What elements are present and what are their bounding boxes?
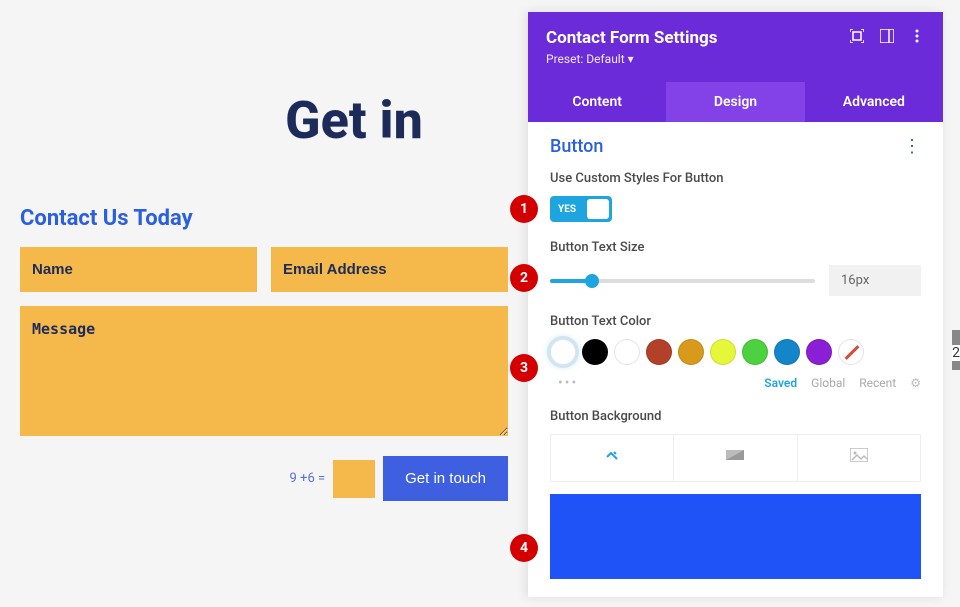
tab-design[interactable]: Design [666, 82, 804, 122]
message-field[interactable] [20, 306, 508, 436]
canvas-area: Get in Contact Us Today 9 +6 = Get in to… [0, 0, 528, 607]
swatch-white[interactable] [614, 339, 640, 365]
swatch-more-icon[interactable]: ••• [558, 375, 578, 391]
page-title: Get in [200, 90, 508, 151]
submit-button[interactable]: Get in touch [383, 456, 508, 501]
kebab-icon[interactable] [909, 28, 925, 44]
captcha-input[interactable] [333, 460, 375, 498]
section-menu-icon[interactable]: ⋮ [903, 136, 921, 157]
email-field[interactable] [271, 247, 508, 292]
captcha-label: 9 +6 = [290, 471, 326, 486]
name-field[interactable] [20, 247, 257, 292]
edge-number: 2 [952, 345, 960, 361]
swatch-row [550, 339, 921, 365]
bg-tab-image[interactable] [798, 435, 920, 481]
tab-content[interactable]: Content [528, 82, 666, 122]
bg-tabs [550, 434, 921, 482]
custom-styles-label: Use Custom Styles For Button [550, 171, 921, 186]
swatch-tab-saved[interactable]: Saved [764, 376, 797, 390]
text-color-label: Button Text Color [550, 314, 921, 329]
settings-panel: Contact Form Settings Preset: Default ▾ … [528, 12, 943, 597]
layout-icon[interactable] [879, 28, 895, 44]
text-size-label: Button Text Size [550, 240, 921, 255]
custom-styles-toggle[interactable]: YES [550, 196, 612, 222]
swatch-tab-global[interactable]: Global [811, 376, 845, 390]
callout-4: 4 [510, 534, 538, 562]
panel-header: Contact Form Settings Preset: Default ▾ [528, 12, 943, 82]
swatch-current[interactable] [550, 339, 576, 365]
panel-preset[interactable]: Preset: Default ▾ [546, 52, 718, 66]
gear-icon[interactable]: ⚙ [910, 376, 921, 390]
swatch-blue[interactable] [774, 339, 800, 365]
bg-preview[interactable] [550, 494, 921, 579]
swatch-yellow[interactable] [710, 339, 736, 365]
tab-advanced[interactable]: Advanced [805, 82, 943, 122]
form-heading: Contact Us Today [20, 206, 508, 231]
swatch-brown[interactable] [646, 339, 672, 365]
swatch-black[interactable] [582, 339, 608, 365]
swatch-none[interactable] [838, 339, 864, 365]
callout-1: 1 [510, 195, 538, 223]
panel-title: Contact Form Settings [546, 28, 718, 48]
focus-icon[interactable] [849, 28, 865, 44]
background-label: Button Background [550, 409, 921, 424]
callout-2: 2 [510, 264, 538, 292]
swatch-purple[interactable] [806, 339, 832, 365]
text-size-value[interactable]: 16px [829, 265, 921, 296]
callout-3: 3 [510, 354, 538, 382]
swatch-tab-recent[interactable]: Recent [859, 376, 896, 390]
section-title: Button [550, 136, 603, 157]
slider-thumb[interactable] [585, 274, 599, 288]
swatch-green[interactable] [742, 339, 768, 365]
swatch-amber[interactable] [678, 339, 704, 365]
bg-tab-color[interactable] [551, 435, 674, 481]
toggle-knob [587, 199, 609, 219]
panel-tabs: Content Design Advanced [528, 82, 943, 122]
bg-tab-gradient[interactable] [674, 435, 797, 481]
toggle-yes-label: YES [550, 204, 576, 215]
text-size-slider[interactable] [550, 279, 815, 283]
